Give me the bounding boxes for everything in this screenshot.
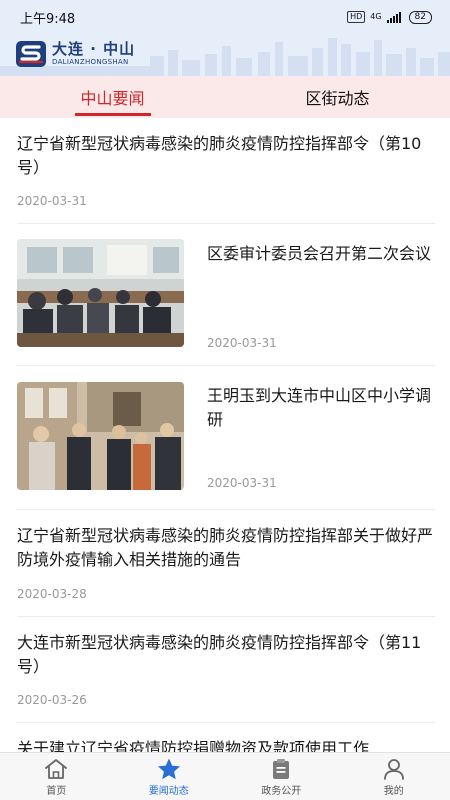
news-date: 2020-03-31 xyxy=(17,194,87,208)
nav-home-label: 首页 xyxy=(46,785,67,797)
app-header: 大连 · 中山 DALIANZHONGSHAN xyxy=(0,34,450,76)
nav-news[interactable]: 要闻动态 xyxy=(113,753,226,800)
user-icon xyxy=(383,758,404,780)
news-date: 2020-03-26 xyxy=(17,693,87,707)
app-logo: 大连 · 中山 DALIANZHONGSHAN xyxy=(16,41,135,67)
meeting-photo-image xyxy=(17,239,184,347)
tab-district-news[interactable]: 区街动态 xyxy=(225,76,450,118)
news-title: 辽宁省新型冠状病毒感染的肺炎疫情防控指挥部关于做好严防境外疫情输入相关措施的通告 xyxy=(17,526,434,569)
nav-profile[interactable]: 我的 xyxy=(338,753,450,800)
nav-news-label: 要闻动态 xyxy=(148,785,189,797)
news-thumbnail-meeting xyxy=(17,239,184,347)
logo-mark-icon xyxy=(16,41,46,67)
nav-gov-affairs-label: 政务公开 xyxy=(261,785,302,797)
news-title: 王明玉到大连市中山区中小学调研 xyxy=(207,386,432,429)
status-bar: 上午9:48 HD 4G 82 xyxy=(0,0,450,34)
star-icon xyxy=(157,758,180,779)
nav-gov-affairs[interactable]: 政务公开 xyxy=(225,753,338,800)
logo-title: 大连 · 中山 xyxy=(52,40,136,58)
news-item[interactable]: 关于建立辽宁省疫情防控捐赠物资及款项使用工作 xyxy=(17,723,435,752)
news-date: 2020-03-31 xyxy=(207,336,277,350)
status-time: 上午9:48 xyxy=(20,11,76,27)
news-thumbnail-school-visit xyxy=(17,382,184,490)
news-item[interactable]: 辽宁省新型冠状病毒感染的肺炎疫情防控指挥部关于做好严防境外疫情输入相关措施的通告… xyxy=(17,510,435,617)
tab-zhongshan-news[interactable]: 中山要闻 xyxy=(0,76,225,118)
news-title: 辽宁省新型冠状病毒感染的肺炎疫情防控指挥部令（第10号） xyxy=(17,134,422,177)
signal-icon xyxy=(386,11,401,23)
status-icons: HD 4G 82 xyxy=(347,10,432,24)
logo-subtitle: DALIANZHONGSHAN xyxy=(52,58,129,66)
news-item[interactable]: 辽宁省新型冠状病毒感染的肺炎疫情防控指挥部令（第10号） 2020-03-31 xyxy=(17,128,435,224)
bottom-navigation: 首页 要闻动态 政务公开 我的 xyxy=(0,752,450,800)
news-item[interactable]: 区委审计委员会召开第二次会议 2020-03-31 xyxy=(17,224,435,366)
home-icon xyxy=(45,758,68,779)
news-title: 区委审计委员会召开第二次会议 xyxy=(207,244,432,263)
news-feed[interactable]: 辽宁省新型冠状病毒感染的肺炎疫情防控指挥部令（第10号） 2020-03-31 xyxy=(0,118,450,752)
news-item[interactable]: 王明玉到大连市中山区中小学调研 2020-03-31 xyxy=(17,366,435,510)
news-item[interactable]: 大连市新型冠状病毒感染的肺炎疫情防控指挥部令（第11号） 2020-03-26 xyxy=(17,617,435,723)
network-type: 4G xyxy=(370,12,382,21)
nav-home[interactable]: 首页 xyxy=(0,753,113,800)
category-tabs: 中山要闻 区街动态 xyxy=(0,76,450,118)
battery-indicator: 82 xyxy=(408,10,432,24)
nav-profile-label: 我的 xyxy=(383,785,404,797)
clipboard-icon xyxy=(273,758,290,779)
hd-badge: HD xyxy=(347,11,366,23)
news-date: 2020-03-31 xyxy=(207,476,277,490)
school-visit-photo-image xyxy=(17,382,184,490)
news-title: 关于建立辽宁省疫情防控捐赠物资及款项使用工作 xyxy=(17,739,370,752)
news-date: 2020-03-28 xyxy=(17,587,87,601)
news-title: 大连市新型冠状病毒感染的肺炎疫情防控指挥部令（第11号） xyxy=(17,633,422,676)
